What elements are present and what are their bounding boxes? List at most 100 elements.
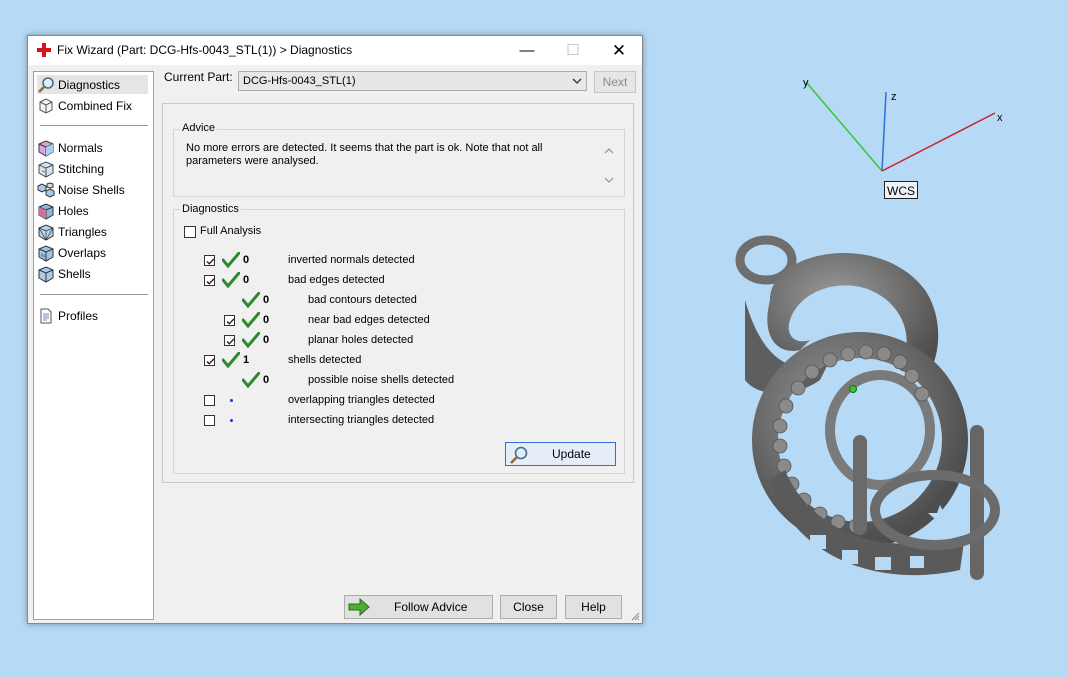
window-title: Fix Wizard (Part: DCG-Hfs-0043_STL(1)) >…: [57, 43, 353, 57]
status-dot-icon: [230, 419, 233, 422]
cube-holes-icon: [38, 202, 54, 220]
overlapping-triangles-label: overlapping triangles detected: [288, 394, 435, 406]
update-label: Update: [552, 447, 591, 461]
sidebar-item-shells[interactable]: Shells: [37, 264, 91, 283]
sidebar-item-holes[interactable]: Holes: [37, 201, 89, 220]
green-check-icon: [222, 352, 240, 368]
shells-checkbox[interactable]: [204, 355, 215, 366]
near-bad-edges-count: 0: [263, 314, 270, 326]
planar-holes-label: planar holes detected: [308, 334, 414, 346]
current-part-value: DCG-Hfs-0043_STL(1): [243, 75, 356, 87]
bad-edges-label: bad edges detected: [288, 274, 385, 286]
sidebar-item-label: Stitching: [58, 161, 105, 176]
sidebar-item-label: Profiles: [58, 308, 99, 323]
planar-holes-checkbox[interactable]: [224, 335, 235, 346]
sidebar: Diagnostics Combined Fix Normals Stitchi…: [33, 71, 154, 620]
sidebar-item-label: Shells: [58, 266, 91, 281]
z-axis-line: [881, 91, 887, 172]
sidebar-item-label: Diagnostics: [58, 77, 121, 92]
noise-shells-icon: [37, 181, 55, 198]
planar-holes-count: 0: [263, 334, 270, 346]
resize-grip-icon[interactable]: [630, 611, 640, 621]
sidebar-divider: [40, 294, 148, 295]
chevron-down-icon: [572, 78, 582, 84]
sidebar-item-diagnostics[interactable]: Diagnostics: [37, 75, 148, 94]
help-button[interactable]: Help: [565, 595, 622, 619]
status-dot-icon: [230, 399, 233, 402]
x-axis-line: [881, 112, 996, 172]
bad-edges-checkbox[interactable]: [204, 275, 215, 286]
bad-contours-label: bad contours detected: [308, 294, 417, 306]
sidebar-item-label: Combined Fix: [58, 98, 133, 113]
selection-point-icon: [849, 385, 857, 393]
intersecting-triangles-label: intersecting triangles detected: [288, 414, 435, 426]
current-part-select[interactable]: DCG-Hfs-0043_STL(1): [238, 71, 587, 91]
intersecting-triangles-checkbox[interactable]: [204, 415, 215, 426]
inverted-normals-count: 0: [243, 254, 250, 266]
green-arrow-icon: [348, 598, 370, 616]
near-bad-edges-label: near bad edges detected: [308, 314, 430, 326]
fix-wizard-window: Fix Wizard (Part: DCG-Hfs-0043_STL(1)) >…: [27, 35, 643, 624]
green-check-icon: [222, 252, 240, 268]
sidebar-item-label: Holes: [58, 203, 89, 218]
maximize-button[interactable]: ☐: [550, 36, 596, 65]
sidebar-divider: [40, 125, 148, 126]
full-analysis-checkbox[interactable]: [184, 226, 196, 238]
wcs-label: WCS: [884, 181, 918, 199]
shells-label: shells detected: [288, 354, 362, 366]
green-check-icon: [242, 312, 260, 328]
axis-triad: [805, 81, 996, 172]
sidebar-item-normals[interactable]: Normals: [37, 138, 103, 157]
cube-overlaps-icon: [38, 244, 54, 262]
cube-outline-icon: [39, 97, 53, 114]
sidebar-item-label: Noise Shells: [58, 182, 125, 197]
sidebar-item-label: Normals: [58, 140, 103, 155]
inverted-normals-checkbox[interactable]: [204, 255, 215, 266]
sidebar-item-noise-shells[interactable]: Noise Shells: [37, 180, 125, 199]
advice-text: No more errors are detected. It seems th…: [186, 142, 543, 167]
scroll-down-icon[interactable]: [604, 176, 614, 184]
bad-contours-count: 0: [263, 294, 270, 306]
advice-group: Advice No more errors are detected. It s…: [173, 122, 625, 197]
sidebar-item-stitching[interactable]: Stitching: [37, 159, 104, 178]
green-check-icon: [242, 372, 260, 388]
green-check-icon: [242, 332, 260, 348]
cube-triangles-icon: [38, 223, 54, 241]
z-axis-label: z: [891, 91, 897, 103]
diagnostics-panel: Advice No more errors are detected. It s…: [162, 103, 634, 483]
sidebar-item-label: Triangles: [58, 224, 107, 239]
sidebar-item-overlaps[interactable]: Overlaps: [37, 243, 106, 262]
green-check-icon: [242, 292, 260, 308]
bad-edges-count: 0: [243, 274, 250, 286]
inverted-normals-label: inverted normals detected: [288, 254, 415, 266]
overlapping-triangles-checkbox[interactable]: [204, 395, 215, 406]
follow-advice-button[interactable]: Follow Advice: [344, 595, 493, 619]
diagnostics-title: Diagnostics: [180, 203, 241, 215]
cube-normals-icon: [38, 139, 54, 157]
sidebar-item-combined-fix[interactable]: Combined Fix: [37, 96, 132, 115]
scroll-up-icon[interactable]: [604, 147, 614, 155]
noise-shells-count: 0: [263, 374, 270, 386]
next-button[interactable]: Next: [594, 71, 636, 93]
sidebar-item-profiles[interactable]: Profiles: [37, 306, 98, 325]
diagnostics-group: Diagnostics Full Analysis 0 inverted nor…: [173, 203, 625, 474]
sidebar-item-label: Overlaps: [58, 245, 107, 260]
follow-advice-label: Follow Advice: [394, 600, 468, 614]
magnifier-icon: [38, 76, 54, 93]
noise-shells-label: possible noise shells detected: [308, 374, 455, 386]
green-check-icon: [222, 272, 240, 288]
full-analysis-label: Full Analysis: [200, 225, 262, 237]
title-bar[interactable]: Fix Wizard (Part: DCG-Hfs-0043_STL(1)) >…: [28, 36, 642, 65]
update-button[interactable]: Update: [505, 442, 616, 466]
current-part-label: Current Part:: [164, 70, 233, 84]
y-axis-label: y: [803, 77, 809, 89]
x-axis-label: x: [997, 112, 1003, 124]
minimize-button[interactable]: —: [504, 36, 550, 65]
close-window-button[interactable]: ✕: [596, 36, 642, 65]
sidebar-item-triangles[interactable]: Triangles: [37, 222, 107, 241]
near-bad-edges-checkbox[interactable]: [224, 315, 235, 326]
pendant-model[interactable]: [730, 230, 1010, 600]
red-cross-icon: [37, 43, 51, 57]
advice-title: Advice: [180, 122, 218, 134]
close-button[interactable]: Close: [500, 595, 557, 619]
